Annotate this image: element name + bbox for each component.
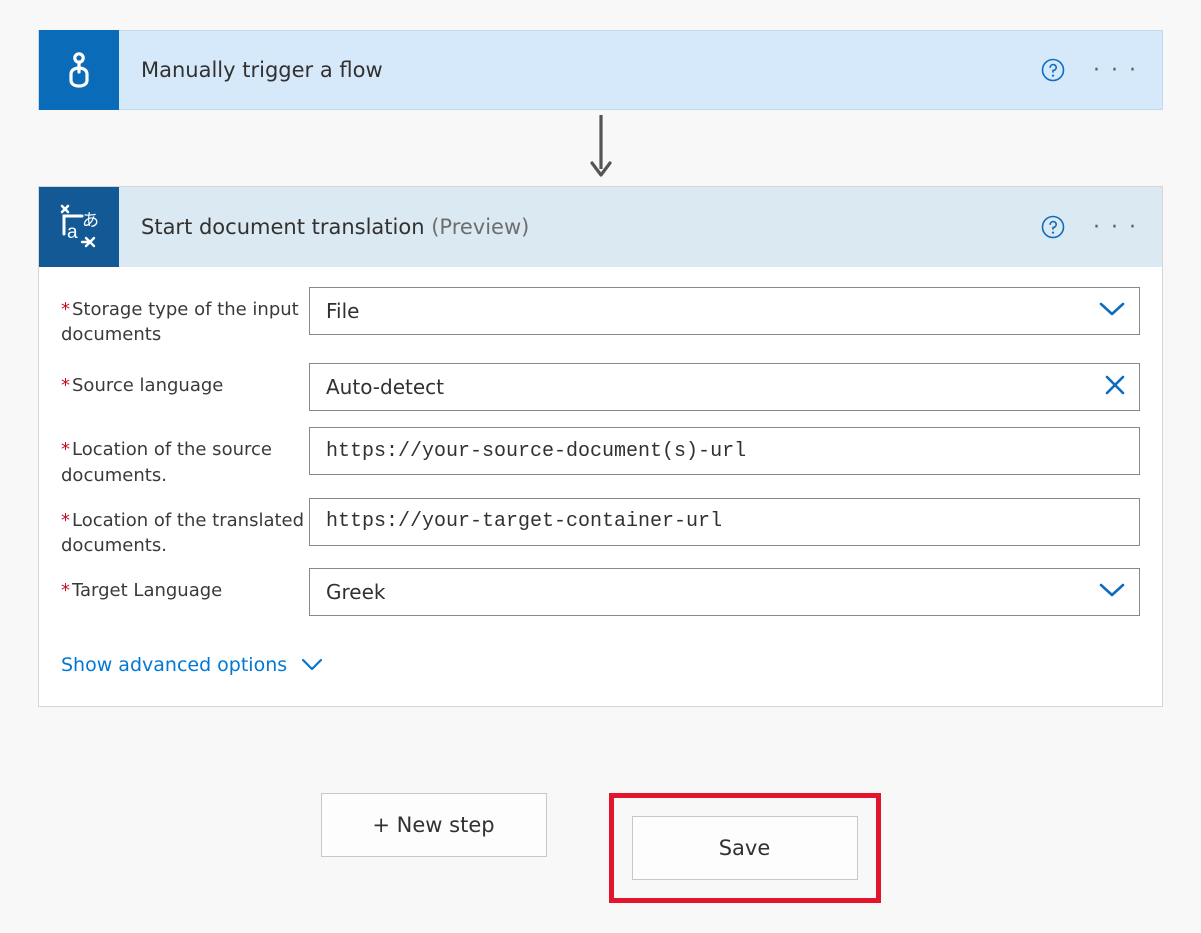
save-button-highlight: Save xyxy=(609,793,881,903)
svg-text:a: a xyxy=(67,222,78,243)
action-title: Start document translation (Preview) xyxy=(119,215,529,239)
field-storage-type: *Storage type of the input documents Fil… xyxy=(61,287,1140,347)
more-menu-button[interactable]: · · · xyxy=(1089,215,1142,240)
field-label: *Storage type of the input documents xyxy=(61,287,309,347)
field-source-language: *Source language Auto-detect xyxy=(61,363,1140,411)
chevron-down-icon[interactable] xyxy=(1098,581,1126,603)
field-source-location: *Location of the source documents. https… xyxy=(61,427,1140,487)
storage-type-select[interactable]: File xyxy=(309,287,1140,335)
manual-trigger-icon xyxy=(39,30,119,110)
source-language-select[interactable]: Auto-detect xyxy=(309,363,1140,411)
action-header[interactable]: a あ Start document translation (Preview) xyxy=(39,187,1162,267)
translate-icon: a あ xyxy=(39,187,119,267)
clear-icon[interactable] xyxy=(1104,374,1126,400)
field-label: *Location of the source documents. xyxy=(61,427,309,487)
save-button[interactable]: Save xyxy=(632,816,858,880)
help-icon[interactable] xyxy=(1041,58,1065,82)
bottom-button-row: + New step Save xyxy=(321,793,881,903)
field-target-location: *Location of the translated documents. h… xyxy=(61,498,1140,558)
field-label: *Target Language xyxy=(61,568,309,603)
trigger-card[interactable]: Manually trigger a flow · · · xyxy=(38,30,1163,110)
action-card: a あ Start document translation (Preview) xyxy=(38,186,1163,707)
field-target-language: *Target Language Greek xyxy=(61,568,1140,616)
help-icon[interactable] xyxy=(1041,215,1065,239)
target-language-select[interactable]: Greek xyxy=(309,568,1140,616)
action-title-text: Start document translation xyxy=(141,215,425,239)
action-preview-tag: (Preview) xyxy=(431,215,529,239)
chevron-down-icon xyxy=(301,658,323,672)
field-label: *Source language xyxy=(61,363,309,398)
source-location-input[interactable]: https://your-source-document(s)-url xyxy=(309,427,1140,475)
target-location-input[interactable]: https://your-target-container-url xyxy=(309,498,1140,546)
more-menu-button[interactable]: · · · xyxy=(1089,58,1142,83)
trigger-title: Manually trigger a flow xyxy=(119,58,383,82)
show-advanced-options-link[interactable]: Show advanced options xyxy=(61,654,323,676)
chevron-down-icon[interactable] xyxy=(1098,300,1126,322)
flow-canvas: Manually trigger a flow · · · xyxy=(38,30,1163,903)
svg-text:あ: あ xyxy=(82,211,99,230)
field-label: *Location of the translated documents. xyxy=(61,498,309,558)
connector-arrow xyxy=(586,110,616,186)
new-step-button[interactable]: + New step xyxy=(321,793,547,857)
